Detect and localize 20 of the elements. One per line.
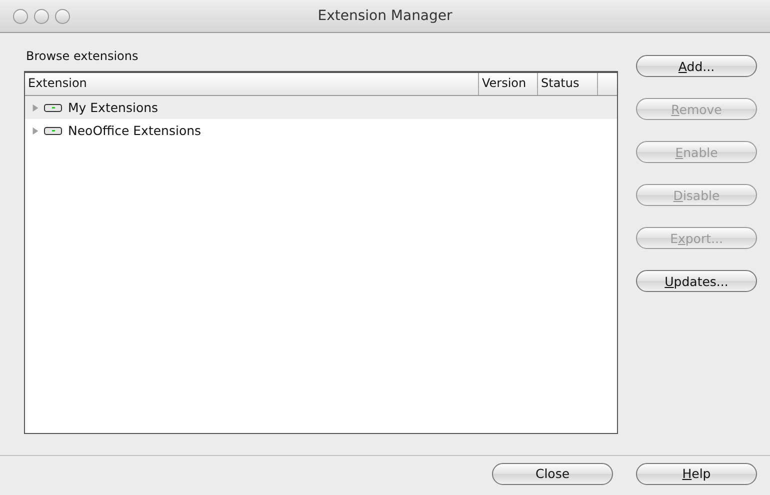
tree-row[interactable]: My Extensions [25,96,617,119]
column-header[interactable]: Version [479,73,538,95]
dialog-button[interactable]: Help [636,462,757,484]
window-control-icon[interactable] [55,8,70,24]
drive-icon [44,126,62,136]
column-header[interactable]: Extension [25,73,479,95]
expand-arrow-icon[interactable] [31,126,40,136]
dialog-button[interactable]: Updates... [636,270,757,292]
expand-arrow-icon[interactable] [31,102,40,112]
window-control-icon[interactable] [13,8,28,24]
window-control-icon[interactable] [34,8,49,24]
drive-icon [44,102,62,112]
tree-item-label: NeoOffice Extensions [68,123,202,138]
dialog-button[interactable]: Close [492,462,613,484]
dialog-button[interactable]: Add... [636,55,757,77]
tree-row[interactable]: NeoOffice Extensions [25,119,617,142]
tree-item-label: My Extensions [68,100,158,115]
section-label: Browse extensions [26,49,140,63]
window-title: Extension Manager [318,8,452,24]
column-header[interactable]: Status [538,73,598,95]
